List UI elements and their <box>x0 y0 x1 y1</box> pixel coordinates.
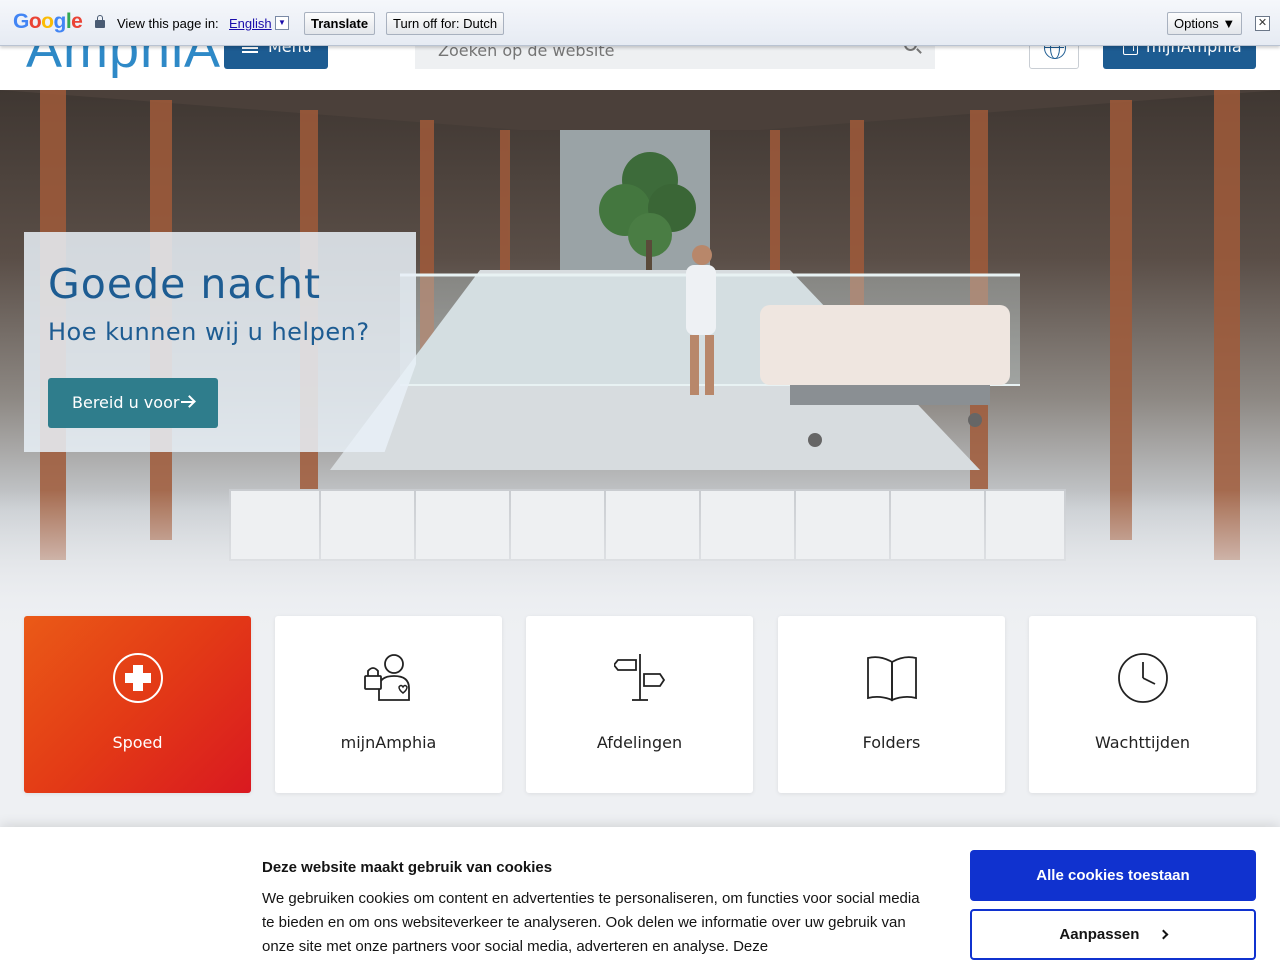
prepare-button[interactable]: Bereid u voor <box>48 378 218 428</box>
clock-icon <box>1118 653 1168 703</box>
turn-off-button[interactable]: Turn off for: Dutch <box>386 12 505 35</box>
language-select[interactable]: English <box>229 16 272 31</box>
accept-all-cookies-button[interactable]: Alle cookies toestaan <box>970 850 1256 901</box>
tile-label: Afdelingen <box>596 733 683 752</box>
translate-button[interactable]: Translate <box>304 12 376 35</box>
quick-link-afdelingen[interactable]: Afdelingen <box>526 616 753 793</box>
patient-lock-icon <box>364 654 410 701</box>
close-icon[interactable]: ✕ <box>1255 16 1270 31</box>
chevron-right-icon <box>1158 929 1169 940</box>
google-logo: Google <box>13 10 83 33</box>
hero-greeting-card: Goede nacht Hoe kunnen wij u helpen? Ber… <box>24 232 416 452</box>
book-icon <box>867 656 917 702</box>
options-button[interactable]: Options ▼ <box>1167 12 1243 35</box>
hero-subtitle: Hoe kunnen wij u helpen? <box>48 318 370 346</box>
google-translate-bar: Google View this page in: English ▼ Tran… <box>0 0 1280 46</box>
quick-link-spoed[interactable]: Spoed <box>24 616 251 793</box>
tile-label: Spoed <box>112 733 163 752</box>
cookie-text: We gebruiken cookies om content en adver… <box>262 890 920 955</box>
tile-label: Folders <box>862 733 921 752</box>
quick-link-wachttijden[interactable]: Wachttijden <box>1029 616 1256 793</box>
hero-title: Goede nacht <box>48 260 322 308</box>
lock-icon <box>95 15 105 28</box>
dropdown-arrow-icon[interactable]: ▼ <box>275 16 289 30</box>
emergency-cross-icon <box>113 653 163 703</box>
tile-label: Wachttijden <box>1094 733 1191 752</box>
quick-link-folders[interactable]: Folders <box>778 616 1005 793</box>
arrow-right-icon <box>181 395 195 409</box>
tile-label: mijnAmphia <box>340 733 437 752</box>
cookie-title: Deze website maakt gebruik van cookies <box>262 859 553 876</box>
customize-label: Aanpassen <box>1059 926 1140 943</box>
quick-link-mijnamphia[interactable]: mijnAmphia <box>275 616 502 793</box>
prepare-label: Bereid u voor <box>72 393 180 412</box>
signpost-icon <box>614 654 666 701</box>
cookie-banner: Deze website maakt gebruik van cookies W… <box>0 827 1280 960</box>
view-page-label: View this page in: <box>117 16 219 31</box>
customize-cookies-button[interactable]: Aanpassen <box>970 909 1256 960</box>
